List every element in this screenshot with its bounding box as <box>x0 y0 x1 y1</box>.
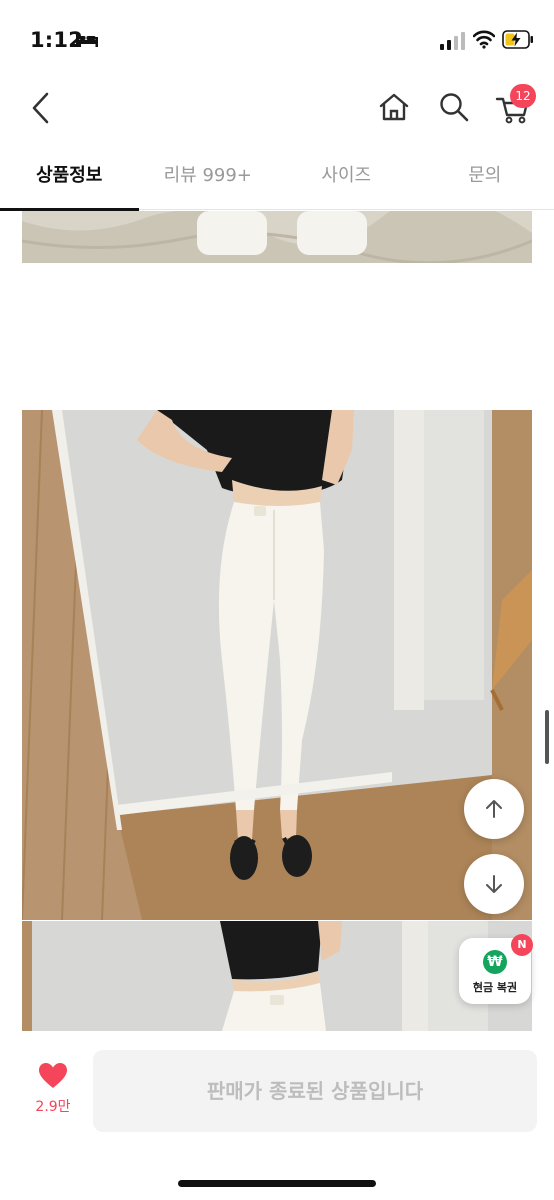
tab-reviews[interactable]: 리뷰 999+ <box>139 148 278 209</box>
like-count: 2.9만 <box>35 1099 71 1115</box>
scroll-up-button[interactable] <box>464 779 524 839</box>
search-icon[interactable] <box>438 91 470 123</box>
back-icon[interactable] <box>28 90 52 126</box>
arrow-up-icon <box>486 800 502 818</box>
scroll-down-button[interactable] <box>464 854 524 914</box>
heart-icon <box>39 1063 67 1088</box>
tab-product-info[interactable]: 상품정보 <box>0 148 139 211</box>
bed-icon <box>76 33 98 47</box>
tab-size[interactable]: 사이즈 <box>277 148 416 209</box>
product-photo-3 <box>22 921 532 1031</box>
wifi-icon <box>473 30 495 49</box>
tab-inquiry[interactable]: 문의 <box>416 148 554 209</box>
product-photo-1 <box>22 211 532 263</box>
like-button[interactable]: 2.9만 <box>26 1062 80 1126</box>
home-icon[interactable] <box>378 92 410 122</box>
sold-out-button: 판매가 종료된 상품입니다 <box>93 1050 537 1132</box>
product-photo-2 <box>22 410 532 920</box>
scrollbar[interactable] <box>545 710 549 764</box>
nav-bar: 12 <box>0 78 554 138</box>
status-bar: 1:12 <box>0 0 554 78</box>
cash-lottery-label: 현금 복권 <box>472 981 518 994</box>
home-indicator <box>178 1180 376 1187</box>
tab-bar: 상품정보 리뷰 999+ 사이즈 문의 <box>0 148 554 211</box>
new-badge: N <box>511 934 533 956</box>
won-coin-icon: ₩ <box>483 950 507 974</box>
battery-charging-icon <box>502 30 533 49</box>
arrow-down-icon <box>486 875 502 893</box>
bottom-action-bar: 2.9만 판매가 종료된 상품입니다 <box>0 1032 554 1200</box>
cart-count-badge: 12 <box>510 84 536 108</box>
signal-icon <box>440 32 465 50</box>
